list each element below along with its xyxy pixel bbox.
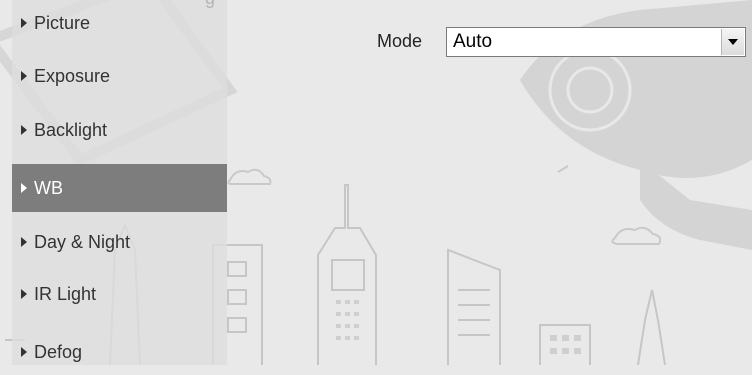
menu-item-label: WB [34, 177, 63, 198]
menu-item-exposure[interactable]: Exposure [12, 53, 227, 99]
menu-item-label: IR Light [34, 283, 97, 304]
cloud-illustrations [227, 165, 662, 245]
chevron-down-icon [728, 39, 738, 45]
mode-dropdown-button[interactable] [721, 29, 744, 55]
triangle-right-icon [21, 289, 27, 299]
sidebar-menu: Picture Exposure Backlight WB Day & Nigh… [12, 0, 227, 365]
triangle-right-icon [21, 71, 27, 81]
triangle-right-icon [21, 125, 27, 135]
menu-item-picture[interactable]: Picture [12, 0, 227, 46]
triangle-right-icon [21, 347, 27, 357]
menu-item-backlight[interactable]: Backlight [12, 107, 227, 153]
mode-select[interactable]: Auto [446, 27, 746, 57]
menu-item-defog[interactable]: Defog [12, 329, 227, 375]
triangle-right-icon [21, 18, 27, 28]
triangle-right-icon [21, 183, 27, 193]
menu-item-ir-light[interactable]: IR Light [12, 271, 227, 317]
menu-item-label: Exposure [34, 65, 111, 86]
triangle-right-icon [21, 237, 27, 247]
menu-item-label: Backlight [34, 119, 108, 140]
menu-item-label: Day & Night [34, 231, 131, 252]
menu-item-day-night[interactable]: Day & Night [12, 219, 227, 265]
menu-item-label: Defog [34, 341, 83, 362]
menu-item-wb[interactable]: WB [12, 164, 227, 212]
mode-label: Mode [377, 31, 423, 51]
mode-select-value: Auto [453, 31, 493, 52]
menu-item-label: Picture [34, 12, 91, 33]
